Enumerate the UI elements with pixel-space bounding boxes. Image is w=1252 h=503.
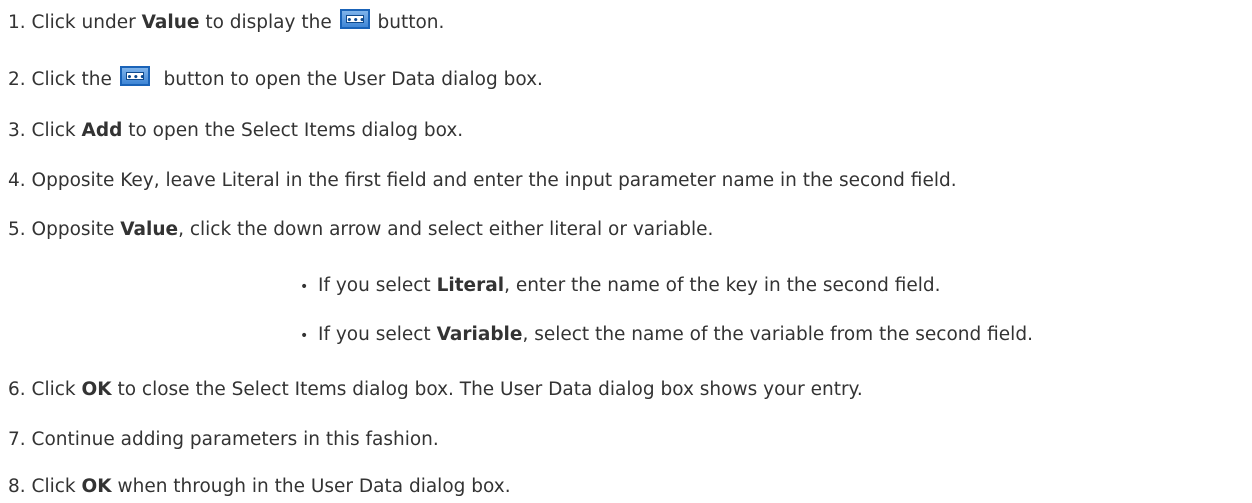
- bullet-text: If you select: [318, 324, 437, 345]
- step-8: 8. Click OK when through in the User Dat…: [8, 474, 511, 500]
- step-3: 3. Click Add to open the Select Items di…: [8, 118, 463, 144]
- step-text: Click: [31, 120, 82, 141]
- step-number: 5.: [8, 219, 26, 240]
- ellipsis-button-icon: •••: [339, 9, 370, 29]
- step-text: Click: [31, 379, 82, 400]
- step-number: 2.: [8, 69, 26, 90]
- step-number: 6.: [8, 379, 26, 400]
- step-4: 4. Opposite Key, leave Literal in the fi…: [8, 168, 957, 194]
- step-bold-term: Value: [141, 12, 200, 33]
- step-bold-term: OK: [81, 476, 112, 497]
- bullet-variable: • If you select Variable, select the name…: [300, 322, 1033, 348]
- step-text: , click the down arrow and select either…: [178, 219, 714, 240]
- bullet-bold-term: Literal: [436, 275, 505, 296]
- bullet-bold-term: Variable: [436, 324, 523, 345]
- step-bold-term: OK: [81, 379, 112, 400]
- step-number: 3.: [8, 120, 26, 141]
- step-number: 7.: [8, 429, 26, 450]
- bullet-text: , enter the name of the key in the secon…: [504, 275, 941, 296]
- step-1: 1. Click under Value to display the ••• …: [8, 9, 444, 35]
- step-text: Continue adding parameters in this fashi…: [31, 429, 439, 450]
- step-6: 6. Click OK to close the Select Items di…: [8, 377, 863, 403]
- step-text: to open the Select Items dialog box.: [122, 120, 464, 141]
- step-text: button to open the User Data dialog box.: [157, 69, 543, 90]
- step-number: 8.: [8, 476, 26, 497]
- step-text: to display the: [199, 12, 338, 33]
- step-bold-term: Add: [81, 120, 123, 141]
- bullet-text: If you select: [318, 275, 437, 296]
- step-7: 7. Continue adding parameters in this fa…: [8, 427, 439, 453]
- step-text: to close the Select Items dialog box. Th…: [111, 379, 863, 400]
- step-number: 4.: [8, 170, 26, 191]
- bullet-text: , select the name of the variable from t…: [522, 324, 1033, 345]
- step-text: button.: [371, 12, 445, 33]
- ellipsis-button-icon: •••: [119, 66, 150, 86]
- step-2: 2. Click the ••• button to open the User…: [8, 66, 543, 92]
- step-text: Click the: [31, 69, 118, 90]
- step-5: 5. Opposite Value, click the down arrow …: [8, 217, 713, 243]
- step-text: Click: [31, 476, 82, 497]
- bullet-dot: •: [300, 279, 309, 295]
- step-text: Opposite: [31, 219, 121, 240]
- step-text: when through in the User Data dialog box…: [111, 476, 511, 497]
- bullet-dot: •: [300, 328, 309, 344]
- bullet-literal: • If you select Literal, enter the name o…: [300, 273, 941, 299]
- step-number: 1.: [8, 12, 26, 33]
- step-text: Opposite Key, leave Literal in the first…: [31, 170, 957, 191]
- step-text: Click under: [31, 12, 142, 33]
- step-bold-term: Value: [120, 219, 179, 240]
